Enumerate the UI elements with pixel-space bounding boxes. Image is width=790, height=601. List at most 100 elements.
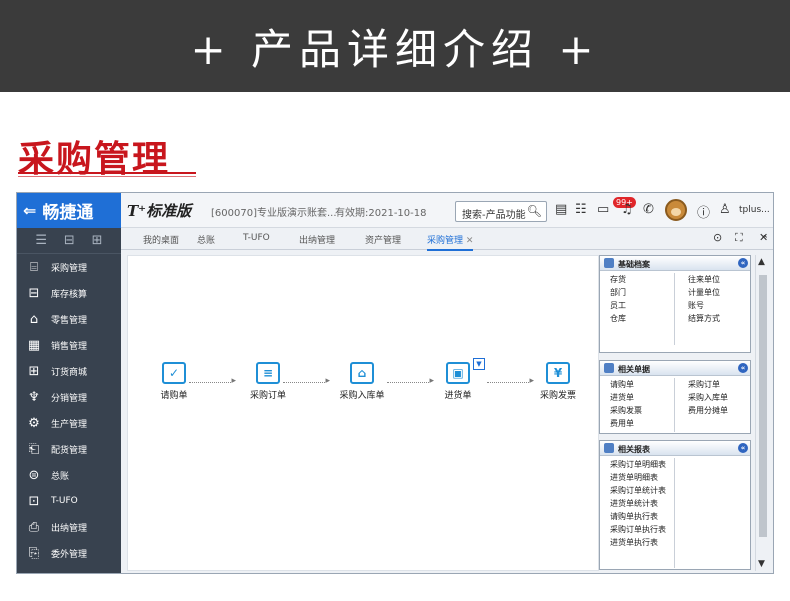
link-item[interactable]: 往来单位 <box>688 273 720 286</box>
link-item[interactable]: 采购订单明细表 <box>610 458 666 471</box>
sidebar-item-label: 销售管理 <box>51 341 88 352</box>
tab-purchase[interactable]: 采购管理 ✕ <box>427 233 474 251</box>
mascot-icon[interactable] <box>665 199 687 221</box>
dropdown-arrow-icon[interactable]: ▼ <box>473 358 485 370</box>
bell-icon[interactable]: ♫ <box>621 202 633 217</box>
link-item[interactable]: 采购发票 <box>610 404 642 417</box>
collapse-icon[interactable]: « <box>738 258 748 268</box>
brand-name: 畅捷通 <box>42 203 94 223</box>
link-item[interactable]: 进货单 <box>610 391 642 404</box>
search-placeholder: 搜索-产品功能 <box>462 210 526 221</box>
report-icon <box>604 443 614 453</box>
search-input[interactable]: 搜索-产品功能 🔍︎ <box>455 201 547 222</box>
search-icon[interactable]: 🔍︎ <box>527 204 542 218</box>
sidebar-item-outsource[interactable]: ⎘ 委外管理 <box>17 540 121 566</box>
checklist-icon[interactable]: ☷ <box>575 202 587 217</box>
flow-node-receipt[interactable]: ⌂ 采购入库单 <box>332 362 392 401</box>
vertical-scrollbar[interactable]: ▲ ▼ <box>755 255 769 571</box>
link-item[interactable]: 采购订单 <box>688 378 728 391</box>
sidebar-item-ledger[interactable]: ⊜ 总账 <box>17 462 121 488</box>
help-icon[interactable]: ⓘ <box>697 202 710 221</box>
link-item[interactable]: 进货单明细表 <box>610 471 666 484</box>
scroll-up-icon[interactable]: ⌃ <box>760 233 769 246</box>
tab-desktop[interactable]: 我的桌面 <box>143 233 179 246</box>
link-item[interactable]: 请购单执行表 <box>610 510 666 523</box>
sidebar-item-label: 生产管理 <box>51 419 88 430</box>
scroll-down-icon[interactable]: ▼ <box>758 559 765 569</box>
sidebar-item-label: 总账 <box>51 471 70 482</box>
link-item[interactable]: 费用分摊单 <box>688 404 728 417</box>
sidebar-item-retail[interactable]: ⌂ 零售管理 <box>17 306 121 332</box>
sidebar-item-ufo[interactable]: ⊡ T-UFO <box>17 488 121 514</box>
flow-arrow <box>487 376 534 386</box>
add-icon[interactable]: ⊞ <box>92 233 103 248</box>
section-underline <box>18 172 196 174</box>
panel-title: 相关报表 <box>618 445 650 454</box>
purchase-order-icon: ≡ <box>256 362 280 384</box>
sidebar-item-mall[interactable]: ⊞ 订货商城 <box>17 358 121 384</box>
outsource-icon: ⎘ <box>28 545 40 561</box>
sidebar-item-inventory[interactable]: ⊟ 库存核算 <box>17 280 121 306</box>
document-icon <box>604 363 614 373</box>
link-item[interactable]: 计量单位 <box>688 286 720 299</box>
purchase-icon: ⌸ <box>30 259 38 275</box>
collapse-icon[interactable]: ⊟ <box>64 233 75 248</box>
close-icon[interactable]: ✕ <box>466 236 474 246</box>
sidebar-item-production[interactable]: ⚙ 生产管理 <box>17 410 121 436</box>
sidebar-item-label: 配货管理 <box>51 445 88 456</box>
panel-basic-archives: 基础档案 « 存货 部门 员工 仓库 往来单位 计量单位 账号 结算方式 <box>599 255 751 353</box>
brand-logo[interactable]: ⇐ 畅捷通 <box>17 193 121 228</box>
sidebar-item-delivery[interactable]: ⎗ 配货管理 <box>17 436 121 462</box>
sidebar-item-distribution[interactable]: ♆ 分销管理 <box>17 384 121 410</box>
sidebar-item-sales[interactable]: ▦ 销售管理 <box>17 332 121 358</box>
sidebar-item-label: 出纳管理 <box>51 523 88 534</box>
distribution-icon: ♆ <box>28 389 40 405</box>
column-divider <box>674 378 675 432</box>
account-name[interactable]: [600070]专业版演示账套... <box>211 204 337 219</box>
flow-node-invoice[interactable]: ¥ 采购发票 <box>528 362 588 401</box>
tab-ledger[interactable]: 总账 <box>197 233 215 246</box>
expire-date: 有效期:2021-10-18 <box>335 208 427 219</box>
link-item[interactable]: 账号 <box>688 299 720 312</box>
cashier-icon: ⎙ <box>28 519 40 535</box>
flow-arrow <box>387 376 434 386</box>
link-item[interactable]: 存货 <box>610 273 626 286</box>
flow-arrow <box>189 376 236 386</box>
link-item[interactable]: 仓库 <box>610 312 626 325</box>
link-item[interactable]: 费用单 <box>610 417 642 430</box>
collapse-icon[interactable]: « <box>738 363 748 373</box>
link-item[interactable]: 进货单统计表 <box>610 497 666 510</box>
link-item[interactable]: 部门 <box>610 286 626 299</box>
link-item[interactable]: 采购订单统计表 <box>610 484 666 497</box>
tab-assets[interactable]: 资产管理 <box>365 233 401 246</box>
column-divider <box>674 458 675 568</box>
collapse-icon[interactable]: « <box>738 443 748 453</box>
user-icon[interactable]: ♙ <box>719 202 731 217</box>
link-item[interactable]: 员工 <box>610 299 626 312</box>
phone-icon[interactable]: ✆ <box>643 202 654 217</box>
scroll-up-icon[interactable]: ▲ <box>758 257 765 267</box>
link-item[interactable]: 采购入库单 <box>688 391 728 404</box>
tab-cashier[interactable]: 出纳管理 <box>299 233 335 246</box>
sidebar-item-cashier[interactable]: ⎙ 出纳管理 <box>17 514 121 540</box>
link-item[interactable]: 请购单 <box>610 378 642 391</box>
scroll-thumb[interactable] <box>759 275 767 537</box>
invoice-icon: ¥ <box>546 362 570 384</box>
sidebar-item-purchase[interactable]: ⌸ 采购管理 <box>17 254 121 280</box>
sidebar-item-label: 采购管理 <box>51 263 88 274</box>
menu-icon[interactable]: ☰ <box>35 233 47 248</box>
link-item[interactable]: 结算方式 <box>688 312 720 325</box>
link-item[interactable]: 采购订单执行表 <box>610 523 666 536</box>
ledger-icon: ⊜ <box>28 467 40 483</box>
calculator-icon[interactable]: ▤ <box>555 202 567 217</box>
retail-icon: ⌂ <box>29 311 39 327</box>
goods-in-icon: ▣ <box>446 362 470 384</box>
back-arrow-icon[interactable]: ⇐ <box>23 201 36 220</box>
user-name[interactable]: tplus... <box>739 205 770 215</box>
tab-ufo[interactable]: T-UFO <box>243 233 270 243</box>
panel-title: 相关单据 <box>618 365 650 374</box>
link-item[interactable]: 进货单执行表 <box>610 536 666 549</box>
message-icon[interactable]: ▭ <box>597 202 609 217</box>
search-icon[interactable]: ⊙ <box>713 231 722 244</box>
maximize-icon[interactable]: ⛶ <box>735 231 743 245</box>
